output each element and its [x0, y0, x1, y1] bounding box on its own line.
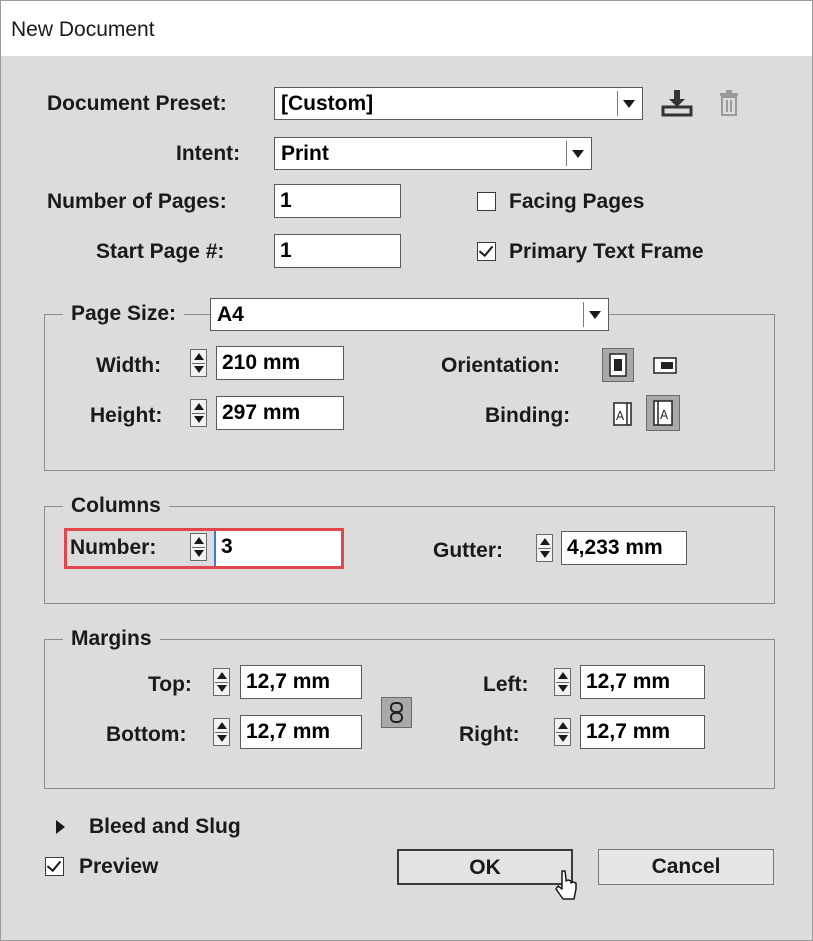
binding-label: Binding:	[485, 404, 571, 427]
margins-legend: Margins	[63, 626, 160, 652]
number-of-pages-label: Number of Pages:	[47, 190, 227, 213]
columns-legend: Columns	[63, 493, 169, 519]
margin-left-input[interactable]: 12,7 mm	[580, 665, 705, 699]
gutter-label: Gutter:	[433, 539, 503, 562]
mouse-pointer-icon	[554, 869, 580, 910]
svg-text:A: A	[616, 409, 625, 423]
margin-right-stepper[interactable]	[554, 718, 571, 746]
margin-bottom-input[interactable]: 12,7 mm	[240, 715, 362, 749]
start-page-input[interactable]: 1	[274, 234, 401, 268]
margin-left-stepper[interactable]	[554, 668, 571, 696]
height-stepper[interactable]	[190, 399, 207, 427]
intent-value: Print	[281, 142, 329, 165]
document-preset-select[interactable]: [Custom]	[274, 87, 643, 120]
columns-number-label: Number:	[70, 536, 157, 559]
gutter-stepper[interactable]	[536, 534, 553, 562]
start-page-label: Start Page #:	[96, 240, 225, 263]
title-bar: New Document	[1, 1, 812, 56]
height-input[interactable]: 297 mm	[216, 396, 344, 430]
window-title: New Document	[11, 18, 155, 41]
cancel-button[interactable]: Cancel	[598, 849, 774, 885]
chevron-down-icon	[572, 150, 584, 158]
svg-text:A: A	[660, 408, 669, 422]
preview-checkbox[interactable]	[45, 856, 64, 876]
select-separator	[566, 141, 567, 166]
margin-right-input[interactable]: 12,7 mm	[580, 715, 705, 749]
checkmark-icon	[478, 241, 494, 258]
orientation-label: Orientation:	[441, 354, 560, 377]
number-of-pages-input[interactable]: 1	[274, 184, 401, 218]
width-stepper[interactable]	[190, 349, 207, 377]
checkmark-icon	[46, 856, 62, 873]
disclosure-triangle-icon[interactable]	[56, 820, 65, 834]
document-preset-value: [Custom]	[281, 92, 374, 115]
right-to-left-binding-icon[interactable]: A	[646, 395, 680, 431]
delete-preset-icon[interactable]	[714, 87, 744, 121]
intent-select[interactable]: Print	[274, 137, 592, 170]
select-separator	[617, 91, 618, 116]
page-size-value: A4	[217, 303, 244, 326]
chevron-down-icon	[623, 100, 635, 108]
preview-label: Preview	[79, 855, 159, 878]
landscape-orientation-icon[interactable]	[649, 351, 681, 379]
width-input[interactable]: 210 mm	[216, 346, 344, 380]
margin-bottom-label: Bottom:	[106, 723, 187, 746]
primary-text-frame-label: Primary Text Frame	[509, 240, 704, 263]
margin-bottom-stepper[interactable]	[213, 718, 230, 746]
document-preset-label: Document Preset:	[47, 92, 227, 115]
margin-right-label: Right:	[459, 723, 520, 746]
height-label: Height:	[90, 404, 163, 427]
link-chain-icon[interactable]	[381, 697, 412, 728]
columns-number-stepper[interactable]	[190, 533, 207, 561]
chevron-down-icon	[589, 311, 601, 319]
margin-top-input[interactable]: 12,7 mm	[240, 665, 362, 699]
page-size-label: Page Size:	[63, 301, 185, 327]
facing-pages-checkbox[interactable]	[477, 192, 496, 211]
select-separator	[583, 302, 584, 327]
left-to-right-binding-icon[interactable]: A	[610, 399, 636, 429]
margin-top-label: Top:	[148, 673, 192, 696]
ok-button[interactable]: OK	[397, 849, 573, 885]
primary-text-frame-checkbox[interactable]	[477, 241, 496, 261]
width-label: Width:	[96, 354, 162, 377]
bleed-and-slug-label[interactable]: Bleed and Slug	[89, 814, 241, 840]
portrait-orientation-icon[interactable]	[602, 348, 634, 382]
margin-top-stepper[interactable]	[213, 668, 230, 696]
page-size-group	[44, 314, 775, 471]
save-preset-icon[interactable]	[659, 87, 695, 121]
columns-number-input[interactable]: 3	[214, 531, 341, 566]
margin-left-label: Left:	[483, 673, 529, 696]
page-size-select[interactable]: A4	[210, 298, 609, 331]
gutter-input[interactable]: 4,233 mm	[561, 531, 687, 565]
intent-label: Intent:	[176, 142, 241, 165]
new-document-dialog: New Document Document Preset: [Custom] I…	[0, 0, 813, 941]
facing-pages-label: Facing Pages	[509, 190, 645, 213]
